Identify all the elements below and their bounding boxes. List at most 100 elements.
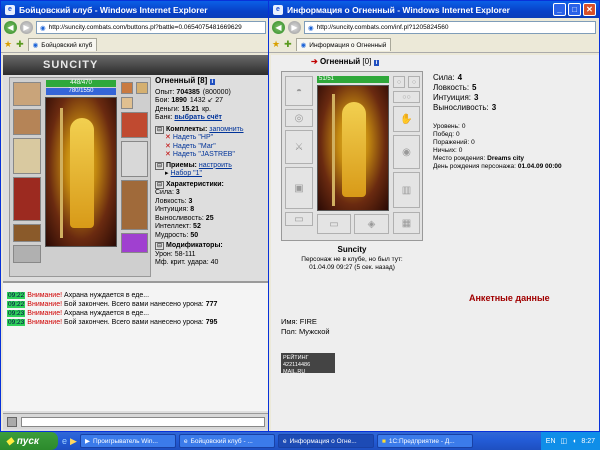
sets-action[interactable]: запомнить (209, 126, 243, 133)
stat-value[interactable]: выбрать счёт (174, 114, 222, 121)
eq-slot-ring-3[interactable]: ○○ (393, 91, 420, 103)
forward-icon[interactable]: ▶ (288, 21, 301, 34)
language-indicator[interactable]: EN (546, 438, 556, 445)
mods-header-row: ⊟ Модификаторы: (155, 242, 267, 251)
eq-slot-shield[interactable]: ◉ (393, 135, 420, 169)
eq-slot-ring-2[interactable]: ○ (408, 76, 420, 88)
eq-slot-weapon[interactable]: ⚔ (285, 130, 313, 164)
right-tab-row: ★ ✚ ◉ Информация о Огненный (269, 37, 599, 53)
add-favorites-icon[interactable]: ✚ (284, 39, 292, 50)
right-tab[interactable]: ◉ Информация о Огненный (295, 38, 392, 51)
right-title-bar[interactable]: e Информация о Огненный - Windows Intern… (269, 1, 599, 18)
right-address-bar[interactable]: ◉ http://suncity.combats.com/inf.pl?1205… (304, 21, 596, 34)
set-prefix[interactable]: Надеть (173, 151, 197, 158)
left-tab-row: ★ ✚ ◉ Бойцовский клуб (1, 37, 269, 53)
equip-slot-special[interactable] (121, 233, 148, 253)
set-prefix[interactable]: Надеть (173, 134, 197, 141)
quicklaunch-media-icon[interactable]: ▶ (70, 436, 77, 447)
equip-slot-shield[interactable] (121, 141, 148, 177)
tricks-set[interactable]: Набор "1" (170, 170, 202, 177)
equip-slot-ring-1[interactable] (121, 82, 133, 94)
right-stat-value: 5 (472, 83, 477, 92)
equip-slot-helmet[interactable] (13, 82, 41, 106)
remove-set-icon[interactable]: ✕ (165, 134, 171, 141)
rating-counter[interactable]: РЕЙТИНГ 422114486 MAIL.RU (281, 353, 335, 373)
network-icon[interactable]: ◫ (561, 437, 568, 445)
eq-slot-belt[interactable]: ▭ (285, 212, 313, 226)
chat-input[interactable] (21, 416, 265, 427)
equip-slot-belt[interactable] (13, 224, 41, 242)
collapse-icon[interactable]: ⊟ (155, 180, 165, 189)
mod-value: 40 (210, 259, 219, 266)
chat-time[interactable]: 09:23 (7, 319, 26, 326)
chat-time[interactable]: 09:22 (7, 301, 26, 308)
remove-set-icon[interactable]: ✕ (165, 151, 171, 158)
set-name[interactable]: "Маг" (198, 143, 215, 150)
collapse-icon[interactable]: ⊟ (155, 161, 165, 170)
minimize-icon[interactable]: _ (553, 3, 566, 16)
equip-slot-ring-3[interactable] (121, 97, 133, 109)
forward-icon[interactable]: ▶ (20, 21, 33, 34)
favorites-star-icon[interactable]: ★ (4, 39, 12, 50)
info-icon[interactable]: i (373, 60, 380, 66)
right-info-value: 0 (471, 139, 475, 146)
eq-slot-gloves[interactable]: ✋ (393, 106, 420, 132)
equip-slot-boots[interactable] (121, 180, 148, 230)
close-icon[interactable]: ✕ (583, 3, 596, 16)
taskbar-button-media-player[interactable]: ▶ Проигрыватель Win... (79, 434, 176, 448)
chat-line: 09:22 Внимание! Ахрана нуждается в еде... (7, 291, 265, 300)
start-label: пуск (16, 435, 40, 447)
eq-slot-armor[interactable]: ▣ (285, 167, 313, 209)
chat-icon[interactable] (7, 416, 17, 427)
tricks-action[interactable]: настроить (199, 162, 232, 169)
eq-slot-ring-1[interactable]: ○ (393, 76, 405, 88)
taskbar-button-combats[interactable]: e Бойцовский клуб - ... (178, 434, 275, 448)
ie-icon: e (282, 437, 287, 445)
back-icon[interactable]: ◀ (4, 21, 17, 34)
char-stat-row: Выносливость: 25 (155, 215, 267, 224)
set-name[interactable]: "HP" (198, 134, 213, 141)
eq-slot-extra-3[interactable]: ▦ (393, 212, 420, 234)
right-browser-window: e Информация о Огненный - Windows Intern… (268, 0, 600, 432)
chat-time[interactable]: 09:23 (7, 310, 26, 317)
add-favorites-icon[interactable]: ✚ (16, 39, 24, 50)
equip-slot-armor[interactable] (13, 177, 41, 221)
eq-slot-boots[interactable]: ▥ (393, 172, 420, 208)
eq-slot-amulet[interactable]: ◎ (285, 109, 313, 127)
favorites-star-icon[interactable]: ★ (272, 39, 280, 50)
equip-slot-extra[interactable] (13, 245, 41, 263)
chat-time[interactable]: 09:22 (7, 292, 26, 299)
char-stat-value: 3 (188, 197, 193, 205)
left-tab[interactable]: ◉ Бойцовский клуб (27, 38, 98, 51)
left-address-bar[interactable]: ◉ http://suncity.combats.com/buttons.pl?… (36, 21, 266, 34)
equip-slot-weapon[interactable] (13, 138, 41, 174)
right-info-value: 0 (456, 131, 460, 138)
chat-lines: 09:22 Внимание! Ахрана нуждается в еде... 0… (7, 291, 265, 327)
collapse-icon[interactable]: ⊟ (155, 242, 165, 250)
start-button[interactable]: ◆ пуск (0, 432, 58, 450)
quicklaunch-ie-icon[interactable]: e (62, 436, 67, 446)
right-stat-value: 3 (474, 93, 479, 102)
left-title-bar[interactable]: e Бойцовский клуб - Windows Internet Exp… (1, 1, 269, 18)
character-figure (70, 118, 94, 228)
left-url: http://suncity.combats.com/buttons.pl?ba… (48, 24, 242, 31)
remove-set-icon[interactable]: ✕ (165, 143, 171, 150)
eq-slot-extra-1[interactable]: ▭ (317, 214, 351, 234)
eq-slot-extra-2[interactable]: ◈ (354, 214, 389, 234)
taskbar-button-1c[interactable]: ■ 1С:Предприятие - Д... (376, 434, 473, 448)
maximize-icon[interactable]: □ (568, 3, 581, 16)
taskbar-button-info[interactable]: e Информация о Огне... (277, 434, 374, 448)
set-name[interactable]: "JASTREB" (198, 151, 234, 158)
equip-slot-ring-2[interactable] (136, 82, 148, 94)
equip-slot-gloves[interactable] (121, 112, 148, 138)
set-prefix[interactable]: Надеть (173, 143, 197, 150)
equip-slot-amulet[interactable] (13, 109, 41, 135)
chat-text: Бой закончен. Всего вами нанесено урона: (64, 301, 204, 308)
collapse-icon[interactable]: ⊟ (155, 125, 165, 134)
chat-input-bar[interactable] (3, 413, 269, 429)
info-icon[interactable]: i (209, 79, 216, 85)
eq-slot-helmet[interactable]: ◓ (285, 76, 313, 106)
speaker-icon[interactable]: ◖ (572, 438, 576, 445)
back-icon[interactable]: ◀ (272, 21, 285, 34)
rating-counter-text: РЕЙТИНГ 422114486 MAIL.RU (283, 355, 311, 373)
